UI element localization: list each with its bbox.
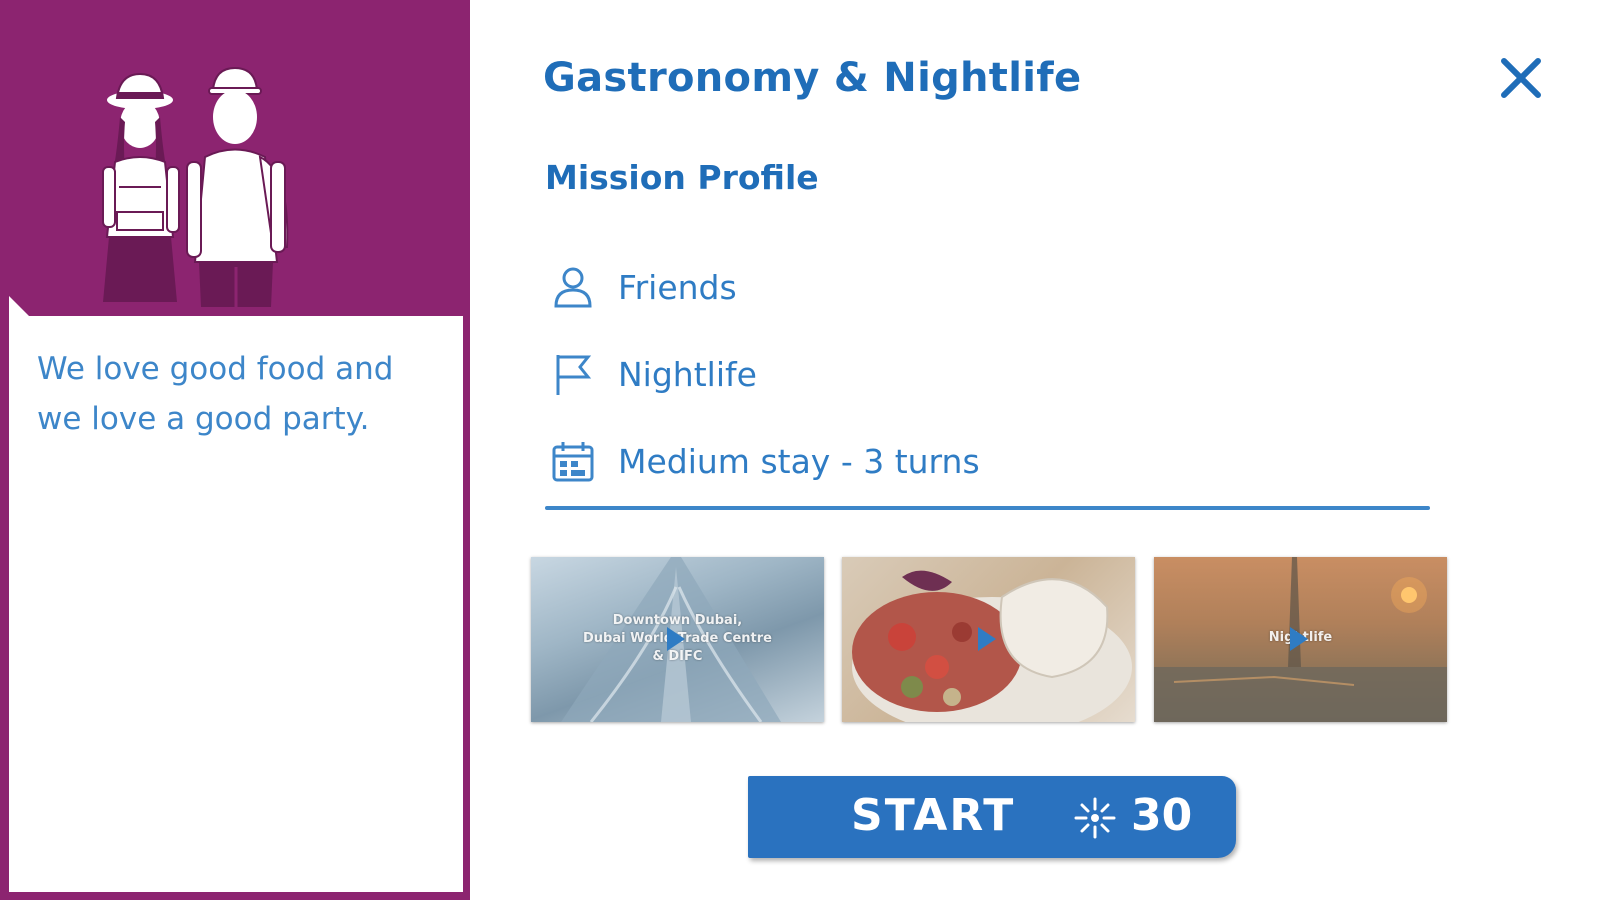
section-divider <box>545 506 1430 510</box>
persona-quote: We love good food and we love a good par… <box>37 344 437 444</box>
speech-bubble-tail <box>9 296 31 318</box>
mission-title: Gastronomy & Nightlife <box>543 55 1082 101</box>
mission-profile-heading: Mission Profile <box>545 158 819 197</box>
calendar-icon <box>552 442 594 482</box>
play-icon <box>978 627 996 651</box>
person-icon <box>554 267 592 308</box>
profile-item-theme: Nightlife <box>550 349 757 399</box>
start-button[interactable]: START 30 <box>748 776 1236 858</box>
start-cost-value: 30 <box>1131 790 1193 841</box>
profile-item-companions: Friends <box>550 262 737 312</box>
profile-item-label: Medium stay - 3 turns <box>618 441 980 481</box>
persona-quote-line-2: we love a good party. <box>37 401 370 437</box>
travelers-illustration <box>102 66 289 307</box>
video-thumbnail-nightlife[interactable]: Nightlife <box>1154 557 1447 722</box>
persona-quote-line-1: We love good food and <box>37 351 394 387</box>
video-thumbnail-downtown[interactable]: Downtown Dubai, Dubai World Trade Centre… <box>531 557 824 722</box>
profile-item-label: Nightlife <box>618 354 757 394</box>
video-thumbnail-food[interactable] <box>842 557 1135 722</box>
profile-item-label: Friends <box>618 267 737 307</box>
play-icon <box>1290 627 1308 651</box>
speech-bubble: We love good food and we love a good par… <box>9 316 463 892</box>
sparkle-icon <box>1074 797 1116 839</box>
persona-panel: We love good food and we love a good par… <box>0 0 470 900</box>
play-icon <box>667 627 685 651</box>
profile-item-duration: Medium stay - 3 turns <box>550 436 980 486</box>
close-icon[interactable] <box>1498 55 1544 101</box>
start-button-label: START <box>851 790 1016 841</box>
flag-icon <box>556 355 592 395</box>
